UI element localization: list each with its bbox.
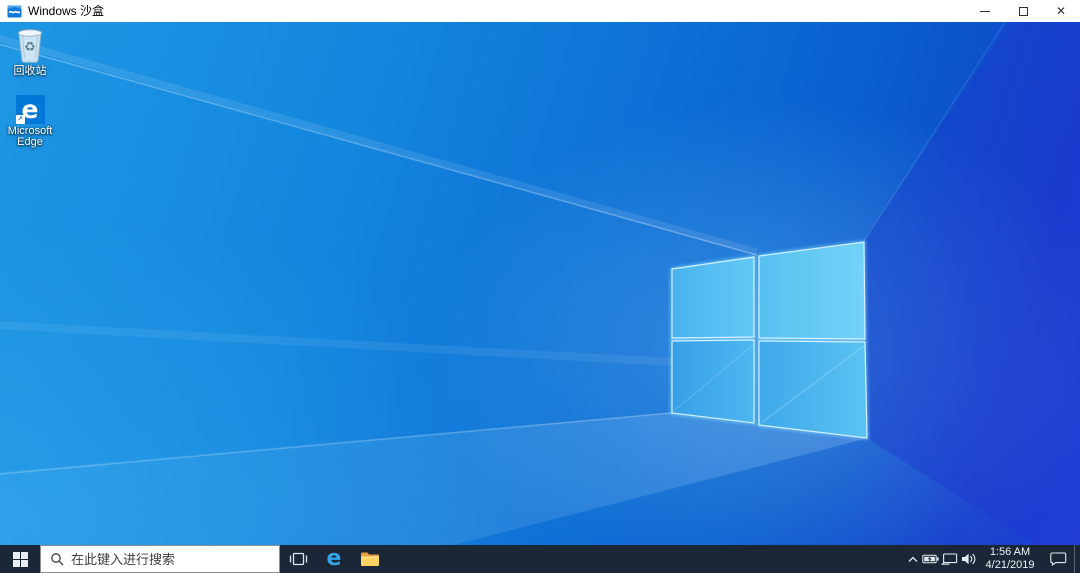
titlebar[interactable]: Windows 沙盒 ✕ [0,0,1080,22]
system-tray: 1:56 AM 4/21/2019 [904,545,1080,573]
recycle-bin-label: 回收站 [13,65,47,77]
close-icon: ✕ [1055,4,1067,18]
edge-icon: e [326,546,342,571]
wallpaper-light-beam [0,412,868,545]
desktop[interactable]: ♻ 回收站 e ↗ Microsoft Edge [0,22,1080,545]
wallpaper-windows-logo [0,22,1006,475]
volume-tray-button[interactable] [959,545,978,573]
taskbar: e [0,545,1080,573]
action-center-button[interactable] [1042,545,1074,573]
clock-time: 1:56 AM [989,546,1031,558]
task-view-button[interactable] [280,545,316,573]
edge-label: Microsoft Edge [7,125,53,148]
network-tray-button[interactable] [940,545,959,573]
minimize-icon [980,10,990,12]
maximize-button[interactable] [1004,0,1042,22]
close-button[interactable]: ✕ [1042,0,1080,22]
desktop-icon-microsoft-edge[interactable]: e ↗ Microsoft Edge [2,95,58,148]
shortcut-arrow-icon: ↗ [15,115,25,124]
search-input[interactable] [71,551,270,567]
desktop-icon-recycle-bin[interactable]: ♻ 回收站 [2,27,58,77]
file-explorer-icon [360,551,380,567]
battery-icon [922,554,939,564]
recycle-bin-icon: ♻ [12,27,48,64]
chevron-up-icon [908,556,918,563]
wallpaper-dark-wedge [864,22,1080,545]
taskbar-search[interactable] [40,545,280,573]
taskbar-edge-button[interactable]: e [316,545,352,573]
edge-icon: e ↗ [15,95,45,124]
file-explorer-button[interactable] [352,545,388,573]
window-title: Windows 沙盒 [28,4,105,18]
volume-icon [961,553,977,565]
clock-date: 4/21/2019 [985,559,1035,571]
taskbar-clock[interactable]: 1:56 AM 4/21/2019 [978,545,1042,573]
windows-sandbox-app-icon [7,4,22,19]
show-hidden-icons-button[interactable] [904,545,921,573]
search-icon [50,552,64,566]
minimize-button[interactable] [966,0,1004,22]
battery-tray-button[interactable] [921,545,940,573]
network-icon [941,553,958,565]
maximize-icon [1018,6,1028,16]
action-center-icon [1049,552,1067,566]
windows-start-icon [12,551,28,567]
show-desktop-button[interactable] [1074,545,1080,573]
task-view-icon [289,551,308,567]
recycle-symbol-icon: ♻ [24,39,36,54]
start-button[interactable] [0,545,40,573]
window-controls: ✕ [966,0,1080,22]
windows-sandbox-window: Windows 沙盒 ✕ ♻ 回收站 e ↗ Microsoft Edge 在此… [0,0,1080,573]
